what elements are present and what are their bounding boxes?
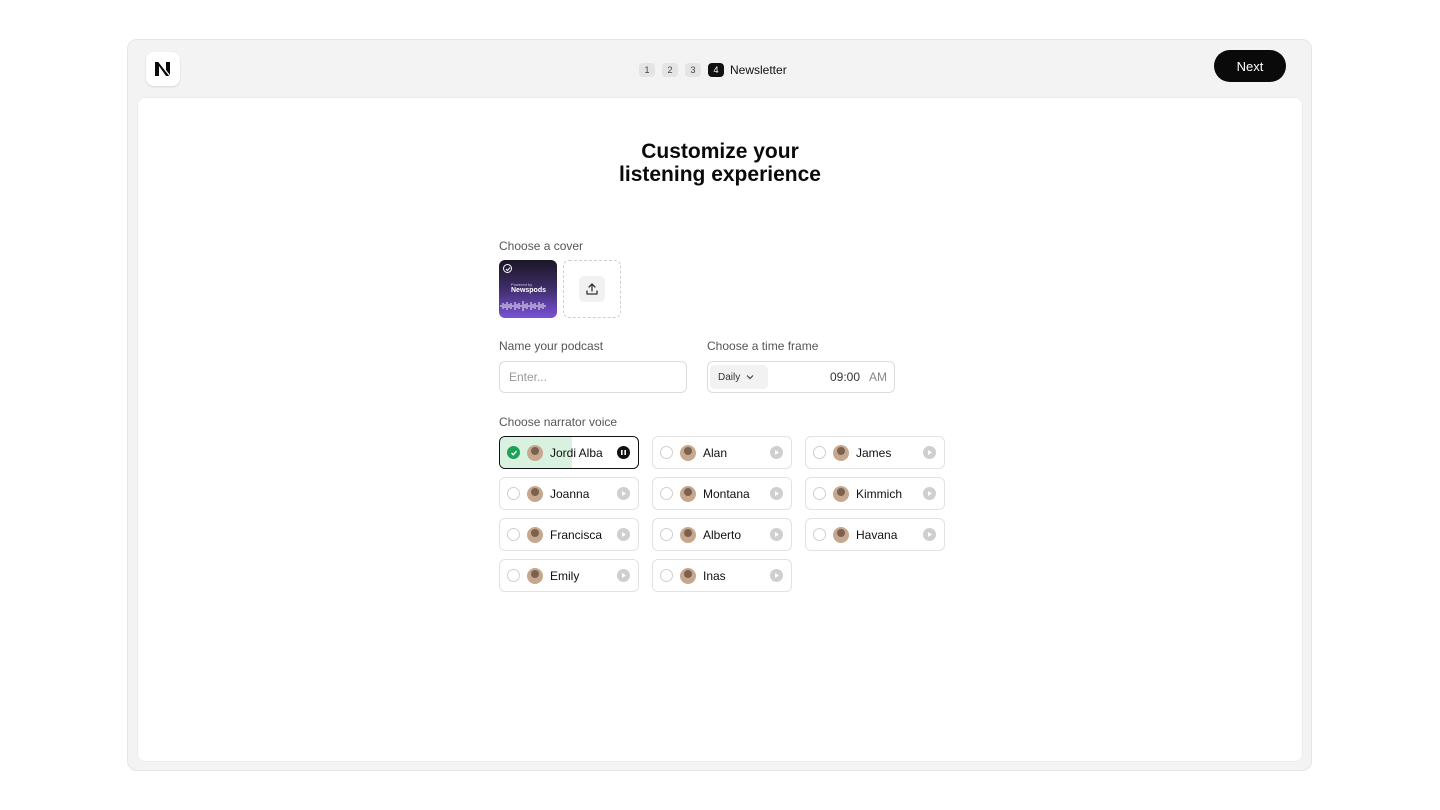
step-label: Newsletter: [730, 63, 787, 77]
radio-button[interactable]: [660, 446, 673, 459]
avatar: [527, 445, 543, 461]
radio-button[interactable]: [507, 569, 520, 582]
podcast-name-label: Name your podcast: [499, 339, 604, 353]
avatar: [527, 527, 543, 543]
voice-option-jordi-alba[interactable]: Jordi Alba: [499, 436, 639, 469]
radio-button[interactable]: [507, 528, 520, 541]
frequency-value: Daily: [718, 371, 741, 383]
voice-option-alan[interactable]: Alan: [652, 436, 792, 469]
radio-button[interactable]: [660, 569, 673, 582]
radio-button[interactable]: [660, 528, 673, 541]
pause-icon[interactable]: [617, 446, 630, 459]
step-indicator: 1 2 3 4 Newsletter: [639, 60, 787, 80]
play-icon[interactable]: [923, 528, 936, 541]
voice-option-inas[interactable]: Inas: [652, 559, 792, 592]
play-icon[interactable]: [923, 446, 936, 459]
time-frame-label: Choose a time frame: [707, 339, 819, 353]
step-1[interactable]: 1: [639, 63, 655, 77]
radio-button[interactable]: [813, 446, 826, 459]
next-button[interactable]: Next: [1214, 50, 1286, 82]
voice-name: Kimmich: [856, 487, 903, 501]
voice-name: Francisca: [550, 528, 603, 542]
cover-option-selected[interactable]: Powered by Newspods: [499, 260, 557, 318]
play-icon[interactable]: [770, 446, 783, 459]
play-icon[interactable]: [617, 487, 630, 500]
narrator-label: Choose narrator voice: [499, 415, 618, 429]
avatar: [833, 445, 849, 461]
podcast-name-input[interactable]: [499, 361, 687, 393]
time-input[interactable]: 09:00: [830, 370, 860, 384]
voice-name: Montana: [703, 487, 750, 501]
title-line-1: Customize your: [641, 140, 799, 163]
voice-option-montana[interactable]: Montana: [652, 477, 792, 510]
voice-option-emily[interactable]: Emily: [499, 559, 639, 592]
voice-name: Emily: [550, 569, 580, 583]
upload-cover-button[interactable]: [563, 260, 621, 318]
play-icon[interactable]: [770, 569, 783, 582]
voice-name: Havana: [856, 528, 898, 542]
avatar: [680, 568, 696, 584]
avatar: [680, 445, 696, 461]
step-3[interactable]: 3: [685, 63, 701, 77]
voice-option-havana[interactable]: Havana: [805, 518, 945, 551]
check-circle-icon[interactable]: [507, 446, 520, 459]
check-icon: [503, 264, 512, 273]
voice-name: Jordi Alba: [550, 446, 603, 460]
avatar: [833, 527, 849, 543]
chevron-down-icon: [746, 375, 754, 380]
voice-option-joanna[interactable]: Joanna: [499, 477, 639, 510]
avatar: [680, 486, 696, 502]
voice-name: Alan: [703, 446, 728, 460]
time-frame-field: Daily 09:00 AM: [707, 361, 895, 393]
upload-icon-box: [579, 276, 605, 302]
upload-icon: [586, 283, 598, 295]
voice-name: Joanna: [550, 487, 590, 501]
play-icon[interactable]: [617, 569, 630, 582]
avatar: [680, 527, 696, 543]
radio-button[interactable]: [660, 487, 673, 500]
avatar: [527, 568, 543, 584]
newspods-logo-icon[interactable]: [146, 52, 180, 86]
cover-brand: Newspods: [511, 287, 547, 294]
frequency-dropdown[interactable]: Daily: [710, 365, 768, 389]
play-icon[interactable]: [770, 487, 783, 500]
avatar: [527, 486, 543, 502]
period-toggle[interactable]: AM: [869, 370, 887, 384]
voice-name: Inas: [703, 569, 726, 583]
voice-option-kimmich[interactable]: Kimmich: [805, 477, 945, 510]
voice-name: James: [856, 446, 892, 460]
play-icon[interactable]: [617, 528, 630, 541]
voice-name: Alberto: [703, 528, 742, 542]
step-2[interactable]: 2: [662, 63, 678, 77]
waveform-icon: [500, 301, 546, 311]
radio-button[interactable]: [813, 528, 826, 541]
app-frame: 1 2 3 4 Newsletter Next Customize your l…: [127, 39, 1312, 771]
radio-button[interactable]: [813, 487, 826, 500]
avatar: [833, 486, 849, 502]
title-line-2: listening experience: [619, 163, 821, 186]
voice-option-francisca[interactable]: Francisca: [499, 518, 639, 551]
customize-panel: Customize your listening experience Choo…: [137, 97, 1303, 762]
voice-option-james[interactable]: James: [805, 436, 945, 469]
voice-option-alberto[interactable]: Alberto: [652, 518, 792, 551]
step-4-active: 4: [708, 63, 724, 77]
play-icon[interactable]: [770, 528, 783, 541]
cover-label: Choose a cover: [499, 239, 584, 253]
play-icon[interactable]: [923, 487, 936, 500]
radio-button[interactable]: [507, 487, 520, 500]
page-title: Customize your listening experience: [138, 140, 1302, 186]
